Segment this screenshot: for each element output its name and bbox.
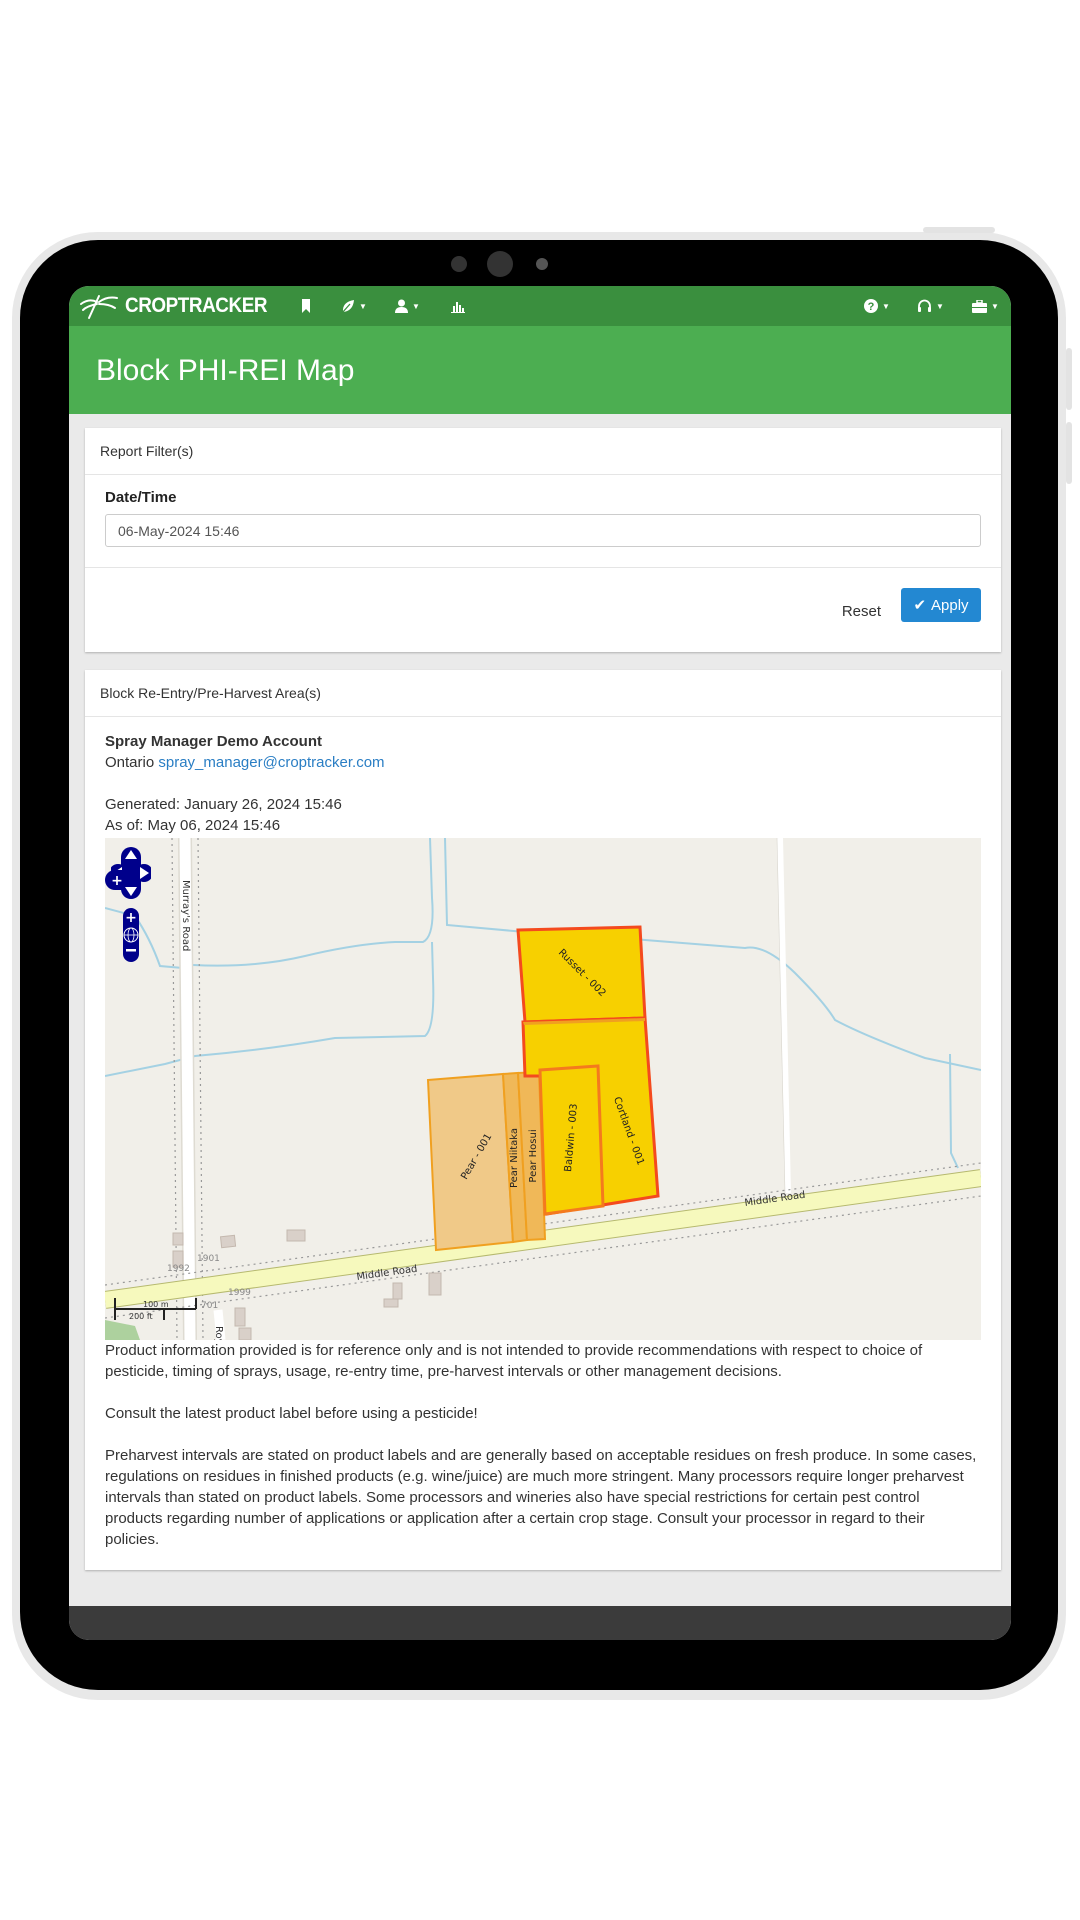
chevron-down-icon: ▼ — [936, 301, 944, 311]
zoom-out-icon — [126, 949, 136, 952]
generated-date: Generated: January 26, 2024 15:46 — [105, 796, 342, 813]
user-icon — [395, 299, 408, 313]
address-number: 1901 — [197, 1254, 220, 1264]
chevron-down-icon: ▼ — [991, 301, 999, 311]
page-header: Block PHI-REI Map — [69, 326, 1011, 414]
stream — [949, 1053, 959, 1169]
nav-reports[interactable] — [451, 296, 465, 316]
page-title: Block PHI-REI Map — [96, 354, 355, 387]
service-road — [776, 838, 791, 1194]
power-button — [923, 227, 995, 233]
apply-label: Apply — [931, 596, 969, 614]
headset-icon — [918, 299, 931, 312]
disclaimer: Product information provided is for refe… — [105, 1340, 981, 1550]
apply-button[interactable]: ✔ Apply — [901, 588, 981, 622]
volume-down-button — [1066, 422, 1072, 484]
chevron-down-icon: ▼ — [359, 301, 367, 311]
panel-heading: Block Re-Entry/Pre-Harvest Area(s) — [85, 670, 1001, 717]
layer-switcher-button[interactable]: + — [105, 870, 125, 892]
bar-chart-icon — [451, 302, 465, 313]
help-icon: ? — [864, 299, 878, 313]
plus-icon: + — [111, 873, 123, 889]
report-filters-panel: Report Filter(s) Date/Time Reset ✔ Apply — [85, 428, 1001, 652]
svg-text:?: ? — [868, 301, 875, 313]
disclaimer-paragraph: Consult the latest product label before … — [105, 1405, 478, 1422]
light-sensor-icon — [536, 258, 548, 270]
as-of-date: As of: May 06, 2024 15:46 — [105, 817, 281, 834]
scale-imperial: 200 ft — [129, 1312, 153, 1321]
top-navbar: CROPTRACKER ▼ ▼ ? ▼ ▼ ▼ — [69, 286, 1011, 326]
volume-up-button — [1066, 348, 1072, 410]
address-number: 701 — [201, 1301, 218, 1311]
area-body: Spray Manager Demo Account Ontario spray… — [85, 717, 1001, 1570]
nav-help[interactable]: ? ▼ — [864, 296, 890, 316]
block-label: Pear Niitaka — [509, 1128, 520, 1188]
chevron-down-icon: ▼ — [882, 301, 890, 311]
park-area — [105, 1320, 140, 1340]
stream — [192, 838, 434, 967]
scale-metric: 100 m — [143, 1300, 169, 1309]
sensor-icon — [451, 256, 467, 272]
chevron-down-icon: ▼ — [412, 301, 420, 311]
brand-name: CROPTRACKER — [125, 294, 268, 317]
disclaimer-paragraph: Preharvest intervals are stated on produ… — [105, 1447, 977, 1548]
map-pan-control[interactable]: + — [111, 846, 151, 966]
region: Ontario — [105, 754, 155, 771]
briefcase-icon — [972, 299, 987, 313]
page-footer — [69, 1606, 1011, 1640]
road-label: Murray's Road — [180, 880, 191, 951]
account-name: Spray Manager Demo Account — [105, 733, 322, 750]
check-icon: ✔ — [913, 597, 927, 614]
block-label: Pear Hosui — [528, 1129, 539, 1182]
account-contact: Ontario spray_manager@croptracker.com — [105, 752, 981, 773]
zoom-in-icon: + — [125, 910, 137, 926]
leaf-icon — [341, 300, 354, 313]
nav-support[interactable]: ▼ — [917, 296, 944, 316]
date-time-input[interactable] — [105, 514, 981, 547]
road-label: Roys — [213, 1326, 224, 1340]
filter-actions: Reset ✔ Apply — [85, 568, 1001, 652]
bookmark-icon — [302, 299, 310, 313]
camera-icon — [487, 251, 513, 277]
map-canvas: Russet - 002 Cortland - 001 Baldwin - 00… — [105, 838, 981, 1340]
brand-logo[interactable]: CROPTRACKER — [79, 292, 283, 320]
disclaimer-paragraph: Product information provided is for refe… — [105, 1342, 923, 1380]
filter-body: Date/Time — [85, 475, 1001, 568]
address-number: 1999 — [228, 1288, 251, 1298]
phi-rei-map[interactable]: Russet - 002 Cortland - 001 Baldwin - 00… — [105, 838, 981, 1340]
reset-button[interactable]: Reset — [836, 594, 887, 627]
nav-users[interactable]: ▼ — [395, 296, 420, 316]
nav-bookmarks[interactable] — [301, 296, 311, 316]
date-time-label: Date/Time — [105, 489, 177, 506]
nav-crops[interactable]: ▼ — [341, 296, 367, 316]
nav-business[interactable]: ▼ — [972, 296, 999, 316]
email-link[interactable]: spray_manager@croptracker.com — [158, 754, 384, 771]
block-areas-panel: Block Re-Entry/Pre-Harvest Area(s) Spray… — [85, 670, 1001, 1570]
dragonfly-logo-icon — [80, 295, 118, 319]
address-number: 1992 — [167, 1264, 190, 1274]
zoom-control: + — [123, 908, 139, 962]
screen: CROPTRACKER ▼ ▼ ? ▼ ▼ ▼ Block PHI-REI Ma… — [69, 286, 1011, 1640]
panel-heading: Report Filter(s) — [85, 428, 1001, 475]
